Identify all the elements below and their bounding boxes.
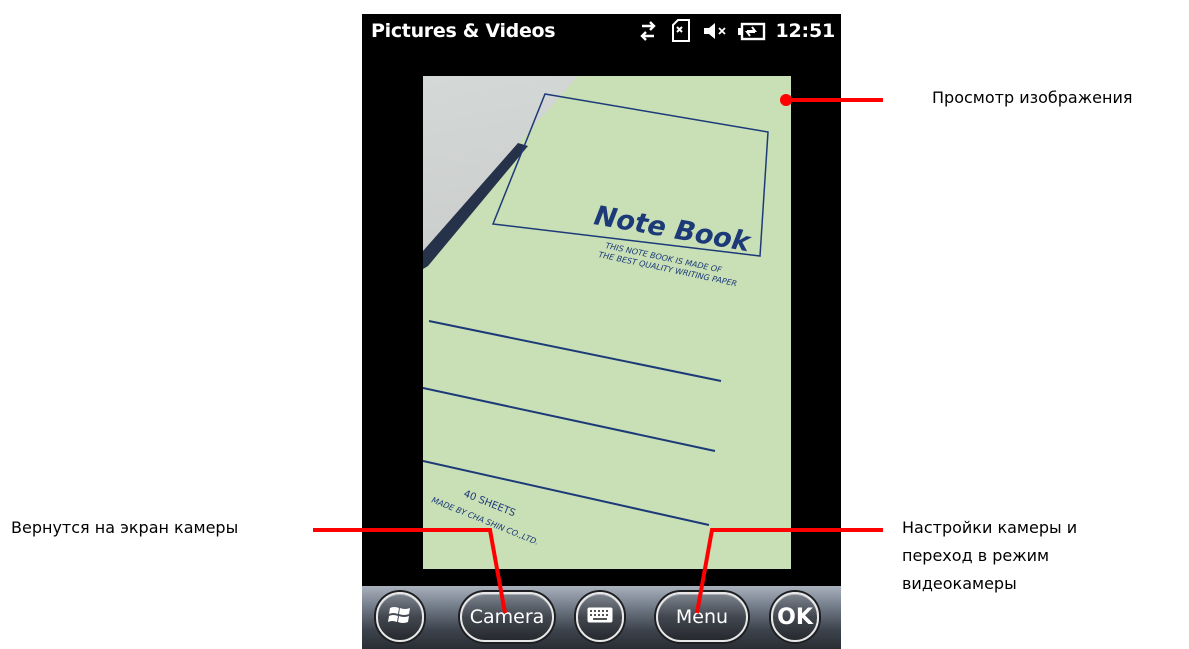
- annotation-settings-line: видеокамеры: [902, 574, 1017, 593]
- annotation-settings: Настройки камеры и переход в режим видео…: [902, 514, 1077, 598]
- annotation-settings-line: Настройки камеры и: [902, 518, 1078, 537]
- callout-line-menu: [695, 528, 883, 614]
- callout-line-camera: [313, 528, 507, 614]
- annotation-settings-line: переход в режим: [902, 546, 1050, 565]
- annotation-image-view: Просмотр изображения: [932, 88, 1133, 107]
- annotation-back-to-camera: Вернутся на экран камеры: [11, 518, 239, 537]
